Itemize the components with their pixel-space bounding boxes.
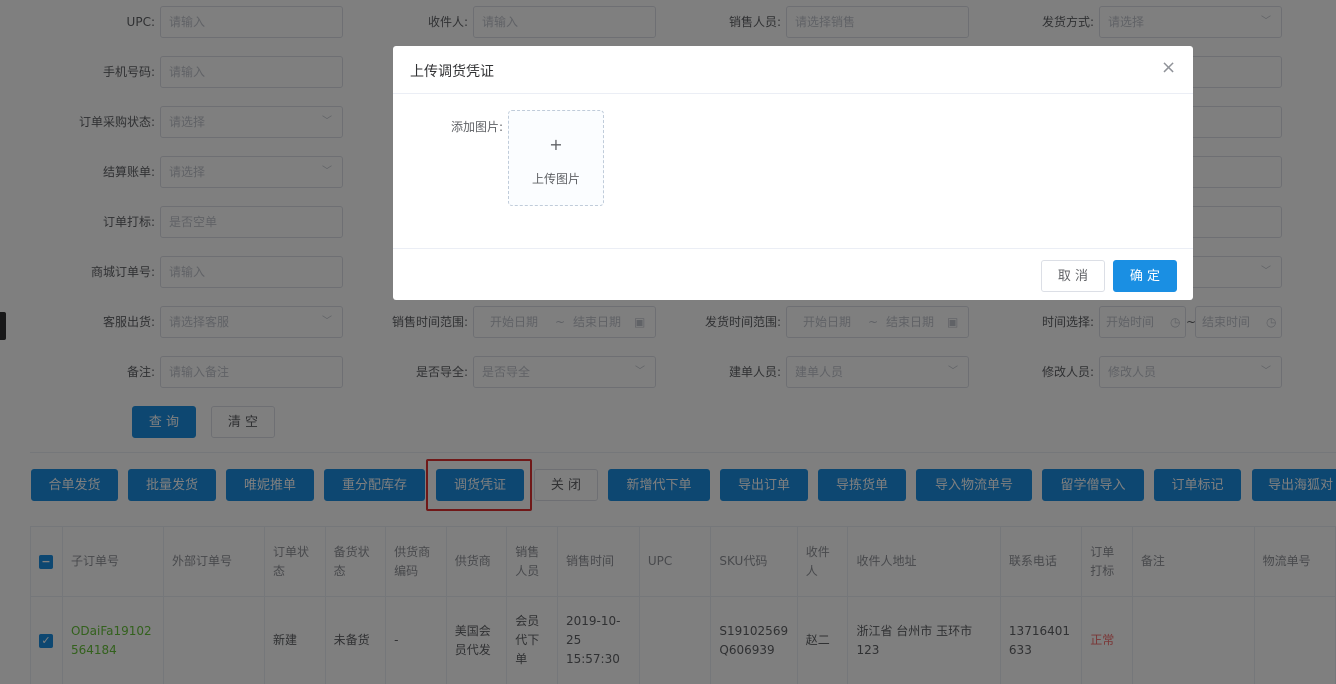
upload-image-text: 上传图片	[531, 172, 580, 186]
close-icon[interactable]: ×	[1161, 58, 1176, 78]
cancel-button[interactable]: 取 消	[1041, 260, 1105, 292]
plus-icon: +	[549, 135, 563, 154]
dialog-title: 上传调货凭证	[410, 64, 494, 80]
dialog-header: 上传调货凭证 ×	[393, 46, 1193, 94]
dialog-footer: 取 消 确 定	[393, 248, 1193, 300]
page: UPC: 请输入 收件人: 请输入 销售人员: 请选择销售 发货方式: 请选择﹀…	[0, 0, 1336, 684]
confirm-button[interactable]: 确 定	[1113, 260, 1177, 292]
add-image-label: 添加图片:	[450, 120, 503, 134]
upload-voucher-dialog: 上传调货凭证 × 添加图片: + 上传图片 取 消 确 定	[393, 46, 1193, 300]
upload-image-box[interactable]: + 上传图片	[508, 110, 604, 206]
